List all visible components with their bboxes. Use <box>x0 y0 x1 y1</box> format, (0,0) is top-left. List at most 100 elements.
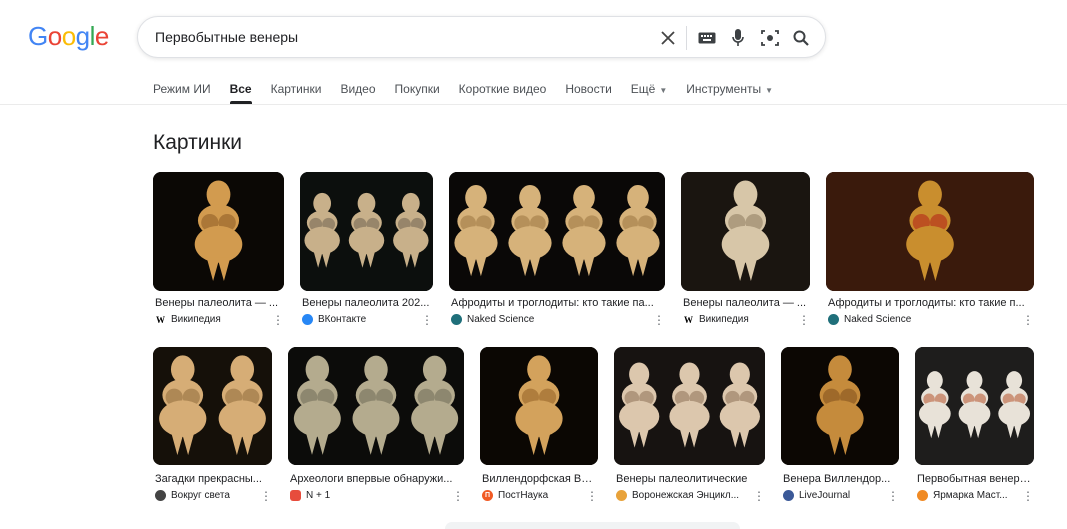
image-thumbnail[interactable] <box>288 347 464 465</box>
tab-label: Видео <box>340 82 376 96</box>
source-name: Википедия <box>171 314 221 325</box>
tab-0[interactable]: Режим ИИ <box>153 82 211 102</box>
keyboard-icon[interactable] <box>697 28 717 48</box>
image-thumbnail[interactable] <box>681 172 810 291</box>
search-input[interactable]: Первобытные венеры <box>155 29 298 45</box>
image-source[interactable]: Naked Science <box>828 314 1016 325</box>
image-thumbnail[interactable] <box>915 347 1034 465</box>
image-caption[interactable]: Археологи впервые обнаружи... <box>290 473 462 485</box>
image-caption[interactable]: Венеры палеолитические <box>616 473 763 485</box>
tab-6[interactable]: Новости <box>565 82 611 102</box>
image-result[interactable]: Венера Виллендор... LiveJournal ⋮ <box>781 347 899 504</box>
tab-label: Короткие видео <box>458 82 547 96</box>
more-options-icon[interactable]: ⋮ <box>798 314 810 326</box>
image-caption[interactable]: Венера Виллендор... <box>783 473 897 485</box>
search-divider <box>686 26 687 50</box>
favicon-icon <box>917 490 928 501</box>
logo-letter: G <box>28 21 48 51</box>
favicon-icon <box>828 314 839 325</box>
image-source[interactable]: LiveJournal <box>783 490 881 501</box>
tab-1[interactable]: Все <box>230 82 252 102</box>
image-result[interactable]: Афродиты и троглодиты: кто такие п... Nak… <box>826 172 1034 328</box>
logo-letter: g <box>75 21 90 51</box>
more-options-icon[interactable]: ⋮ <box>272 314 284 326</box>
tab-2[interactable]: Картинки <box>271 82 322 102</box>
camera-lens-icon[interactable] <box>760 28 780 48</box>
search-box[interactable]: Первобытные венеры <box>137 16 826 58</box>
source-name: ВКонтакте <box>318 314 367 325</box>
more-options-icon[interactable]: ⋮ <box>452 490 464 502</box>
more-options-icon[interactable]: ⋮ <box>653 314 665 326</box>
show-more-button[interactable] <box>445 522 740 529</box>
image-result[interactable]: Венеры палеолитические Воронежская Энцикл… <box>614 347 765 504</box>
image-result[interactable]: Виллендорфская Ве... П ПостНаука ⋮ <box>480 347 598 504</box>
more-options-icon[interactable]: ⋮ <box>753 490 765 502</box>
image-result[interactable]: Афродиты и троглодиты: кто такие па... Na… <box>449 172 665 328</box>
image-source[interactable]: W Википедия <box>155 314 266 325</box>
more-options-icon[interactable]: ⋮ <box>1022 490 1034 502</box>
google-logo[interactable]: Google <box>28 22 109 50</box>
clear-icon[interactable] <box>658 28 678 48</box>
favicon-icon: W <box>683 314 694 325</box>
image-source[interactable]: Воронежская Энцикл... <box>616 490 747 501</box>
favicon-icon <box>616 490 627 501</box>
tab-label: Все <box>229 82 252 96</box>
caret-down-icon: ▼ <box>765 86 773 95</box>
image-caption[interactable]: Венеры палеолита 202... <box>302 297 431 309</box>
image-thumbnail[interactable] <box>480 347 598 465</box>
more-options-icon[interactable]: ⋮ <box>1022 314 1034 326</box>
tab-label: Ещё <box>630 82 656 96</box>
image-thumbnail[interactable] <box>449 172 665 291</box>
tab-4[interactable]: Покупки <box>395 82 440 102</box>
caret-down-icon: ▼ <box>659 86 668 95</box>
image-result[interactable]: Загадки прекрасны... Вокруг света ⋮ <box>153 347 272 504</box>
image-caption[interactable]: Венеры палеолита — ... <box>155 297 282 309</box>
tab-label: Режим ИИ <box>153 82 211 96</box>
header-divider <box>0 104 1067 105</box>
image-source[interactable]: Вокруг света <box>155 490 254 501</box>
more-options-icon[interactable]: ⋮ <box>260 490 272 502</box>
source-name: ПостНаука <box>498 490 549 501</box>
tab-5[interactable]: Короткие видео <box>459 82 547 102</box>
image-caption[interactable]: Венеры палеолита — ... <box>683 297 808 309</box>
tab-8[interactable]: Инструменты ▼ <box>686 82 773 102</box>
image-caption[interactable]: Загадки прекрасны... <box>155 473 270 485</box>
tab-3[interactable]: Видео <box>340 82 375 102</box>
image-result[interactable]: Первобытная венера... Ярмарка Маст... ⋮ <box>915 347 1034 504</box>
more-options-icon[interactable]: ⋮ <box>421 314 433 326</box>
image-caption[interactable]: Афродиты и троглодиты: кто такие п... <box>828 297 1032 309</box>
favicon-icon <box>451 314 462 325</box>
image-thumbnail[interactable] <box>153 172 284 291</box>
image-source[interactable]: П ПостНаука <box>482 490 580 501</box>
more-options-icon[interactable]: ⋮ <box>887 490 899 502</box>
search-icon[interactable] <box>791 28 811 48</box>
favicon-icon <box>155 490 166 501</box>
image-source[interactable]: ВКонтакте <box>302 314 415 325</box>
favicon-icon <box>302 314 313 325</box>
tab-7[interactable]: Ещё ▼ <box>631 82 667 102</box>
image-result[interactable]: Венеры палеолита 202... ВКонтакте ⋮ <box>300 172 433 328</box>
source-name: Naked Science <box>467 314 535 325</box>
image-result[interactable]: Венеры палеолита — ... W Википедия ⋮ <box>681 172 810 328</box>
favicon-icon: W <box>155 314 166 325</box>
image-source[interactable]: Naked Science <box>451 314 647 325</box>
image-thumbnail[interactable] <box>781 347 899 465</box>
more-options-icon[interactable]: ⋮ <box>586 490 598 502</box>
image-source[interactable]: N + 1 <box>290 490 446 501</box>
image-result[interactable]: Археологи впервые обнаружи... N + 1 ⋮ <box>288 347 464 504</box>
logo-letter: o <box>47 21 62 51</box>
image-caption[interactable]: Первобытная венера... <box>917 473 1032 485</box>
image-source[interactable]: W Википедия <box>683 314 792 325</box>
image-caption[interactable]: Афродиты и троглодиты: кто такие па... <box>451 297 663 309</box>
image-thumbnail[interactable] <box>300 172 433 291</box>
logo-letter: o <box>61 21 76 51</box>
microphone-icon[interactable] <box>728 28 748 48</box>
image-result[interactable]: Венеры палеолита — ... W Википедия ⋮ <box>153 172 284 328</box>
image-thumbnail[interactable] <box>826 172 1034 291</box>
tab-label: Инструменты <box>686 82 762 96</box>
image-thumbnail[interactable] <box>153 347 272 465</box>
image-source[interactable]: Ярмарка Маст... <box>917 490 1016 501</box>
tab-label: Картинки <box>270 82 322 96</box>
image-thumbnail[interactable] <box>614 347 765 465</box>
image-caption[interactable]: Виллендорфская Ве... <box>482 473 596 485</box>
